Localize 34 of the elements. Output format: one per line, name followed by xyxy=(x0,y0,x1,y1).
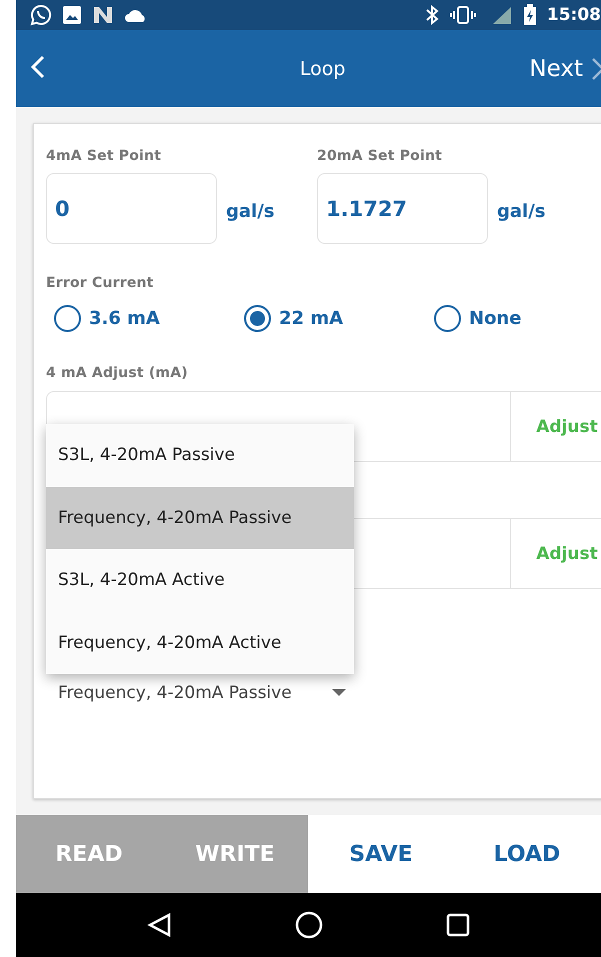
menu-item[interactable]: Frequency, 4-20mA Active xyxy=(46,612,354,674)
next-button[interactable]: Next xyxy=(529,56,601,82)
caret-icon xyxy=(332,689,346,697)
radio-button[interactable] xyxy=(244,305,271,332)
field-label: 4mA Set Point xyxy=(46,148,162,164)
menu-item[interactable]: Frequency, 4-20mA Passive xyxy=(46,486,354,549)
radio-label: 22 mA xyxy=(279,308,344,329)
input-field[interactable]: 0 xyxy=(46,173,217,244)
menu-item[interactable]: S3L, 4-20mA Active xyxy=(46,549,354,612)
field-label: Error Current xyxy=(46,275,154,291)
chat-icon xyxy=(30,4,52,26)
battery-icon xyxy=(522,4,537,26)
radio-button[interactable] xyxy=(434,305,461,332)
output-select[interactable]: Frequency, 4-20mA Passive xyxy=(46,683,601,703)
screen-title: Loop xyxy=(298,58,346,80)
vibrate-icon xyxy=(448,5,477,25)
bluetooth-icon xyxy=(424,5,439,25)
image-icon xyxy=(62,5,82,25)
radio-label: None xyxy=(469,308,522,329)
radio-button[interactable] xyxy=(54,305,81,332)
unit-label: gal/s xyxy=(497,201,546,222)
field-label: 4 mA Adjust (mA) xyxy=(46,365,188,381)
menu-item[interactable]: S3L, 4-20mA Passive xyxy=(46,424,354,486)
n-icon xyxy=(92,5,114,25)
radio-label: 3.6 mA xyxy=(89,308,160,329)
back-icon xyxy=(147,912,174,938)
chevron-right-icon xyxy=(591,56,601,80)
field-label: 20mA Set Point xyxy=(317,148,444,164)
home-icon xyxy=(295,911,324,939)
input-field[interactable]: 1.1727 xyxy=(317,173,488,244)
recents-icon xyxy=(446,913,470,937)
unit-label: gal/s xyxy=(226,201,274,222)
status-time: 15:08 xyxy=(546,5,601,25)
chevron-left-icon xyxy=(30,54,46,80)
